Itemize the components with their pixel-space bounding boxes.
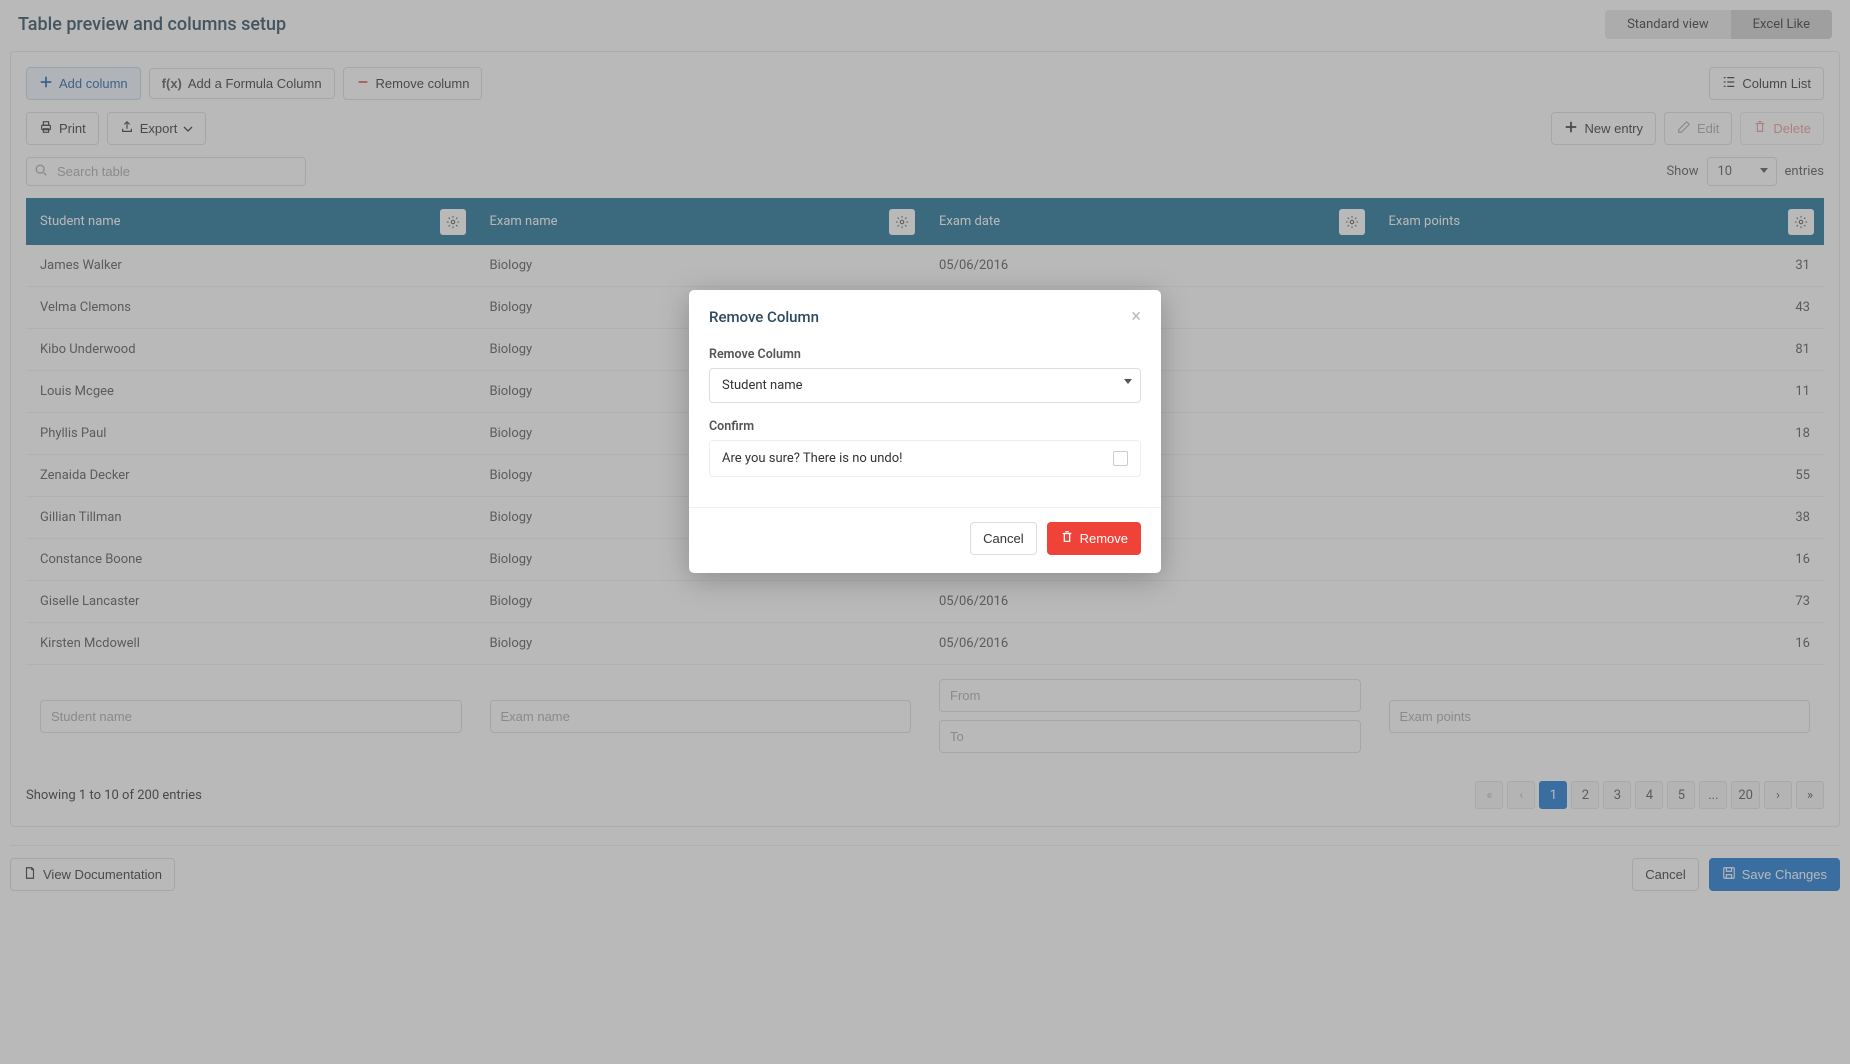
remove-column-selected-value: Student name [722, 378, 803, 393]
confirm-checkbox[interactable] [1113, 451, 1128, 466]
close-icon[interactable]: × [1131, 306, 1141, 327]
remove-column-modal: Remove Column × Remove Column Student na… [689, 290, 1161, 573]
confirm-text: Are you sure? There is no undo! [722, 451, 902, 466]
remove-column-field-label: Remove Column [709, 347, 1141, 362]
modal-cancel-button[interactable]: Cancel [970, 522, 1036, 555]
modal-remove-label: Remove [1080, 531, 1128, 546]
modal-title: Remove Column [709, 308, 819, 326]
trash-icon [1060, 530, 1074, 547]
modal-remove-button[interactable]: Remove [1047, 522, 1141, 555]
remove-column-select[interactable]: Student name [709, 368, 1141, 403]
modal-overlay: Remove Column × Remove Column Student na… [0, 0, 1850, 1064]
confirm-box: Are you sure? There is no undo! [709, 440, 1141, 477]
chevron-down-icon [1124, 379, 1132, 384]
confirm-label: Confirm [709, 419, 1141, 434]
